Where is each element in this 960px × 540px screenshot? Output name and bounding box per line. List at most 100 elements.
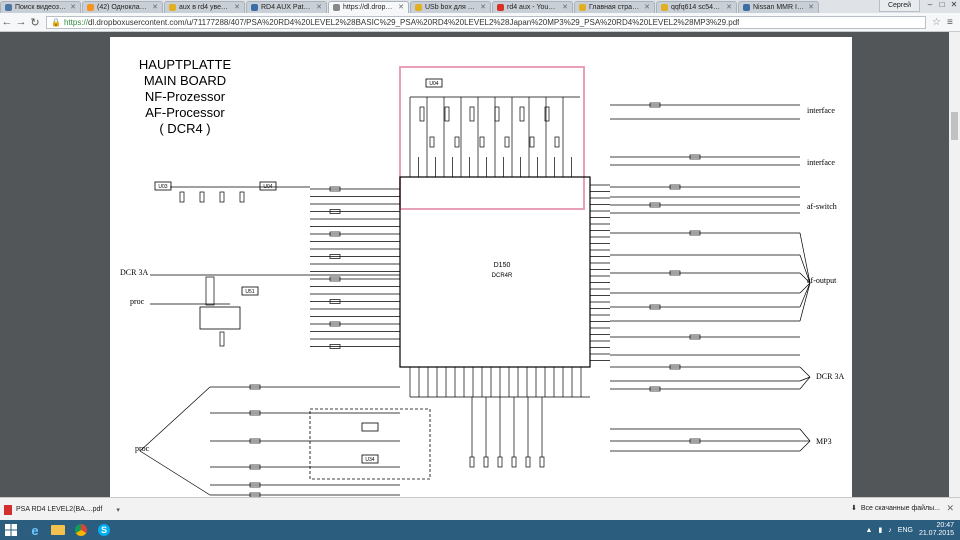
- wiring: [139, 96, 811, 496]
- capacitor: [454, 136, 460, 148]
- title-line-2: MAIN BOARD: [144, 73, 226, 88]
- tab-close-icon[interactable]: ✕: [808, 2, 814, 13]
- highlight-box: [399, 66, 585, 210]
- tab-label: qqfq614 sc540208fu: [671, 4, 723, 11]
- capacitor: [497, 456, 503, 468]
- tab-label: (42) Одноклассники: [97, 4, 149, 11]
- label-interface-2: interface: [807, 158, 835, 167]
- u51-box-2: [361, 422, 379, 432]
- capacitor: [483, 456, 489, 468]
- clock[interactable]: 20:47 21.07.2015: [919, 522, 954, 538]
- tab-close-icon[interactable]: ✕: [316, 2, 322, 13]
- volume-icon[interactable]: ♪: [888, 527, 892, 534]
- vertical-scrollbar[interactable]: [949, 32, 960, 497]
- download-item[interactable]: PSA RD4 LEVEL2(BA....pdf ▾: [4, 504, 120, 515]
- resistor: [205, 276, 215, 306]
- bus-line: [139, 450, 211, 496]
- favicon-icon: [333, 4, 340, 11]
- favicon-icon: [87, 4, 94, 11]
- tab-close-icon[interactable]: ✕: [726, 2, 732, 13]
- chrome-icon[interactable]: [71, 522, 91, 538]
- close-icon[interactable]: ✕: [946, 503, 954, 514]
- tab-0[interactable]: Поиск видеозаписей✕: [0, 1, 81, 13]
- title-line-4: AF-Processor: [145, 105, 225, 120]
- inductor: [419, 106, 425, 122]
- pdf-viewer[interactable]: HAUPTPLATTE MAIN BOARD NF-Prozessor AF-P…: [0, 32, 949, 497]
- label-proc-1: proc: [130, 297, 145, 306]
- ic-name: D150: [494, 262, 511, 269]
- resistor: [219, 331, 225, 347]
- download-bar: PSA RD4 LEVEL2(BA....pdf ▾ ⬇ Все скачанн…: [0, 497, 960, 521]
- capacitor: [219, 191, 225, 203]
- scroll-thumb[interactable]: [951, 112, 958, 140]
- chevron-down-icon[interactable]: ▾: [116, 506, 120, 514]
- address-bar[interactable]: 🔒 https:// dl.dropboxusercontent.com/u/7…: [46, 15, 926, 29]
- language-indicator[interactable]: ENG: [898, 527, 913, 534]
- url-protocol: https://: [63, 17, 88, 27]
- tab-label: Поиск видеозаписей: [15, 4, 67, 11]
- favicon-icon: [251, 4, 258, 11]
- tab-label: aux в rd4 увеличение: [179, 4, 231, 11]
- favicon-icon: [497, 4, 504, 11]
- tab-9[interactable]: Nissan MMR IDC-G✕: [738, 1, 819, 13]
- forward-arrow-icon[interactable]: →: [14, 16, 28, 28]
- tab-close-icon[interactable]: ✕: [562, 2, 568, 13]
- favicon-icon: [579, 4, 586, 11]
- bus-line: [799, 282, 811, 322]
- back-arrow-icon[interactable]: ←: [0, 16, 14, 28]
- tab-close-icon[interactable]: ✕: [398, 2, 404, 13]
- browser-toolbar: ← → ↻ 🔒 https:// dl.dropboxusercontent.c…: [0, 13, 960, 32]
- transistor-box: [199, 306, 241, 330]
- reload-icon[interactable]: ↻: [28, 16, 42, 29]
- title-line-1: HAUPTPLATTE: [139, 57, 232, 72]
- skype-icon[interactable]: S: [94, 522, 114, 538]
- windows-start-icon[interactable]: [0, 520, 22, 540]
- close-window-icon[interactable]: ✕: [948, 0, 960, 11]
- tab-label: Главная страница: [589, 4, 641, 11]
- tab-label: USb box для RD4 - A: [425, 4, 477, 11]
- tab-2[interactable]: aux в rd4 увеличение✕: [164, 1, 245, 13]
- maximize-icon[interactable]: □: [936, 0, 948, 11]
- capacitor: [554, 136, 560, 148]
- pdf-page: HAUPTPLATTE MAIN BOARD NF-Prozessor AF-P…: [110, 37, 852, 497]
- label-af-output: af-output: [807, 276, 837, 285]
- minimize-icon[interactable]: –: [924, 0, 936, 11]
- label-proc-2: proc: [135, 444, 150, 453]
- ie-icon[interactable]: e: [25, 522, 45, 538]
- tab-close-icon[interactable]: ✕: [234, 2, 240, 13]
- tab-5[interactable]: USb box для RD4 - A✕: [410, 1, 491, 13]
- bus-line: [799, 282, 811, 308]
- show-all-downloads[interactable]: ⬇ Все скачанные файлы...: [851, 504, 940, 513]
- tab-close-icon[interactable]: ✕: [152, 2, 158, 13]
- tray-arrow-icon[interactable]: ▲: [865, 527, 872, 534]
- tab-close-icon[interactable]: ✕: [644, 2, 650, 13]
- u03-label: U03: [158, 184, 167, 190]
- clock-date: 21.07.2015: [918, 530, 954, 537]
- tab-4[interactable]: https://dl.dropboxuse✕: [328, 1, 409, 13]
- u51-label: U51: [245, 289, 254, 295]
- inductor: [444, 106, 450, 122]
- capacitor: [511, 456, 517, 468]
- tab-6[interactable]: rd4 aux - YouTube ✕: [492, 1, 573, 13]
- tab-8[interactable]: qqfq614 sc540208fu✕: [656, 1, 737, 13]
- inductor: [469, 106, 475, 122]
- dashed-region: [309, 408, 431, 480]
- tab-strip: Поиск видеозаписей✕(42) Одноклассники✕au…: [0, 0, 960, 13]
- bookmark-star-icon[interactable]: ☆: [932, 17, 941, 28]
- u04-label-left: U04: [263, 184, 272, 190]
- network-icon[interactable]: ▮: [878, 526, 882, 534]
- folder-icon[interactable]: [48, 522, 68, 538]
- profile-button[interactable]: Сергей: [878, 0, 920, 12]
- tab-7[interactable]: Главная страница✕: [574, 1, 655, 13]
- tab-close-icon[interactable]: ✕: [70, 2, 76, 13]
- label-af-switch: af-switch: [807, 202, 837, 211]
- tab-close-icon[interactable]: ✕: [480, 2, 486, 13]
- tab-3[interactable]: RD4 AUX Patch. Пре✕: [246, 1, 327, 13]
- label-dcr3a-right: DCR 3A: [816, 372, 844, 381]
- ic-part: DCR4R: [492, 273, 513, 279]
- title-line-3: NF-Prozessor: [145, 89, 226, 104]
- tab-1[interactable]: (42) Одноклассники✕: [82, 1, 163, 13]
- download-file-name: PSA RD4 LEVEL2(BA....pdf: [16, 506, 103, 513]
- menu-icon[interactable]: ≡: [947, 17, 953, 28]
- show-all-label: Все скачанные файлы...: [860, 504, 940, 512]
